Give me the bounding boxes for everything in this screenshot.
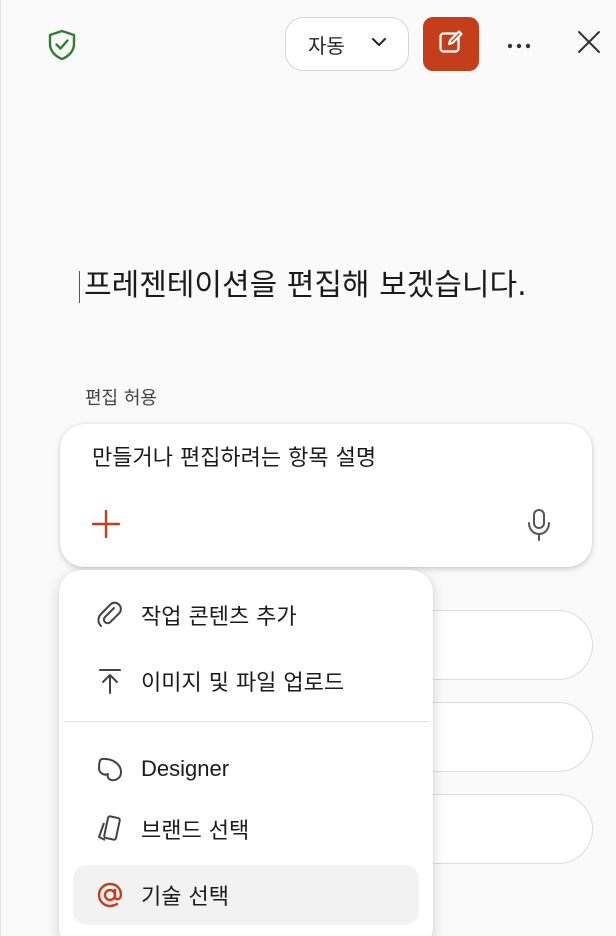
prompt-box bbox=[60, 424, 592, 567]
prompt-input[interactable] bbox=[92, 446, 532, 471]
designer-icon bbox=[95, 754, 125, 784]
heading-text: 프레젠테이션을 편집해 보겠습니다. bbox=[84, 268, 527, 303]
microphone-icon bbox=[526, 509, 552, 546]
menu-item-label: Designer bbox=[141, 756, 230, 781]
shield-check-icon bbox=[47, 29, 77, 61]
menu-item-label: 이미지 및 파일 업로드 bbox=[141, 671, 345, 696]
compose-icon bbox=[438, 29, 464, 59]
more-horizontal-icon bbox=[507, 35, 531, 54]
mode-dropdown-value: 자동 bbox=[308, 33, 345, 58]
menu-item-label: 브랜드 선택 bbox=[141, 819, 250, 844]
microphone-button[interactable] bbox=[526, 508, 552, 542]
menu-item-upload[interactable]: 이미지 및 파일 업로드 bbox=[73, 651, 419, 711]
add-button[interactable] bbox=[90, 508, 122, 540]
menu-item-select-brand[interactable]: 브랜드 선택 bbox=[73, 799, 419, 859]
close-button[interactable] bbox=[571, 26, 607, 62]
menu-item-select-skill[interactable]: 기술 선택 bbox=[73, 865, 419, 925]
text-caret bbox=[79, 270, 80, 303]
paperclip-icon bbox=[95, 600, 125, 630]
close-icon bbox=[577, 30, 601, 58]
at-icon bbox=[95, 880, 125, 910]
menu-item-label: 작업 콘텐츠 추가 bbox=[141, 605, 297, 630]
chevron-down-icon bbox=[370, 32, 388, 56]
menu-divider bbox=[65, 721, 429, 722]
menu-item-designer[interactable]: Designer bbox=[73, 739, 419, 799]
plus-icon bbox=[90, 509, 122, 544]
brand-icon bbox=[95, 814, 125, 844]
mode-dropdown[interactable]: 자동 bbox=[285, 17, 409, 71]
upload-icon bbox=[95, 666, 125, 696]
menu-item-add-work-content[interactable]: 작업 콘텐츠 추가 bbox=[73, 585, 419, 645]
page-heading: 프레젠테이션을 편집해 보겠습니다. bbox=[79, 260, 599, 304]
new-chat-button[interactable] bbox=[423, 17, 479, 71]
menu-item-label: 기술 선택 bbox=[141, 885, 229, 910]
add-menu: 작업 콘텐츠 추가 이미지 및 파일 업로드 Designer 브랜드 선택 기… bbox=[59, 570, 433, 936]
more-options-button[interactable] bbox=[499, 28, 539, 60]
allow-editing-label: 편집 허용 bbox=[85, 388, 157, 409]
